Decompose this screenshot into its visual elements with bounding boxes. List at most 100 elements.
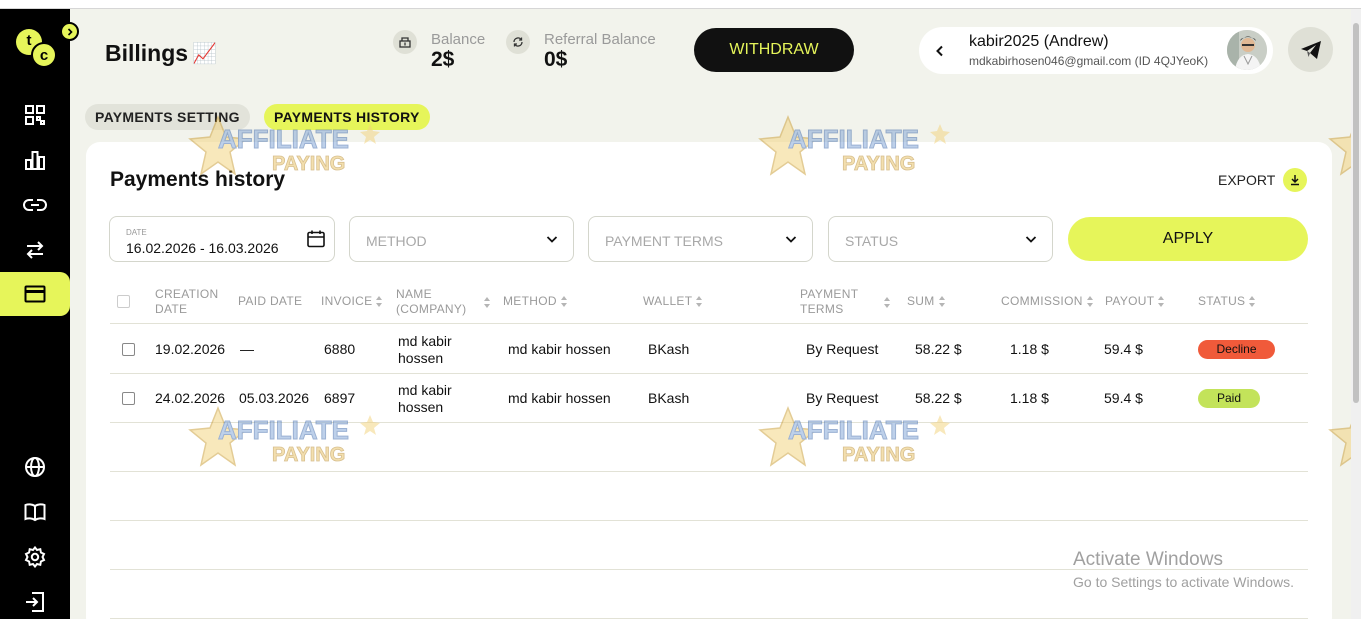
select-all-checkbox[interactable] — [117, 295, 130, 308]
sort-icon — [696, 296, 703, 307]
col-method[interactable]: METHOD — [503, 294, 568, 309]
avatar[interactable] — [1227, 30, 1267, 70]
col-paid-date[interactable]: PAID DATE — [238, 294, 302, 309]
col-commission[interactable]: COMMISSION — [1001, 294, 1094, 309]
user-card-back-button[interactable] — [927, 38, 953, 64]
col-terms-label-2: TERMS — [800, 302, 844, 316]
col-wallet[interactable]: WALLET — [643, 294, 703, 309]
sidebar-item-transfers[interactable] — [0, 228, 70, 272]
activate-windows-subtitle: Go to Settings to activate Windows. — [1073, 574, 1294, 590]
cell-sum: 58.22 $ — [915, 341, 962, 357]
grid-icon — [25, 105, 45, 125]
method-placeholder: METHOD — [366, 233, 427, 249]
date-range-field[interactable]: DATE 16.02.2026 - 16.03.2026 — [109, 216, 335, 262]
sidebar-item-docs[interactable] — [0, 490, 70, 534]
book-open-icon — [24, 503, 46, 522]
chevron-down-icon — [1025, 236, 1037, 243]
referral-balance-label: Referral Balance — [544, 31, 656, 48]
referral-balance-icon — [506, 30, 530, 54]
download-icon — [1283, 168, 1308, 192]
col-commission-label: COMMISSION — [1001, 294, 1083, 308]
refresh-icon — [513, 37, 523, 47]
wallet-icon — [399, 37, 411, 48]
method-select[interactable]: METHOD — [349, 216, 574, 262]
sort-icon — [376, 296, 383, 307]
date-field-label: DATE — [126, 228, 147, 237]
col-invoice[interactable]: INVOICE — [321, 294, 383, 309]
col-payment-terms[interactable]: PAYMENT TERMS — [800, 287, 891, 317]
chevron-down-icon — [785, 236, 797, 243]
gear-icon — [24, 546, 46, 568]
cell-payment-terms: By Request — [806, 390, 879, 406]
chevron-right-icon — [67, 27, 73, 36]
page-title-text: Billings — [105, 40, 189, 66]
cell-wallet: BKash — [648, 341, 690, 357]
table-row[interactable]: 24.02.2026 05.03.2026 6897 md kabir hosse… — [110, 374, 1308, 423]
row-checkbox[interactable] — [122, 343, 135, 356]
col-name-label-2: (COMPANY) — [396, 302, 467, 316]
chart-emoji-icon: 📈 — [192, 43, 217, 65]
user-card[interactable]: kabir2025 (Andrew) mdkabirhosen046@gmail… — [919, 27, 1273, 74]
sidebar-item-settings[interactable] — [0, 535, 70, 579]
payments-history-panel: Payments history EXPORT DATE 16.02.2026 … — [86, 142, 1332, 619]
table-header: CREATION DATE PAID DATE INVOICE NAME (COMP… — [110, 280, 1308, 324]
scrollbar-thumb[interactable] — [1353, 23, 1359, 403]
tab-payments-setting[interactable]: PAYMENTS SETTING — [85, 104, 250, 130]
col-status[interactable]: STATUS — [1198, 294, 1256, 309]
status-badge: Decline — [1198, 340, 1275, 359]
sort-icon — [1086, 296, 1094, 307]
withdraw-button[interactable]: WITHDRAW — [694, 28, 854, 72]
bar-chart-icon — [25, 151, 45, 170]
balance-icon — [393, 30, 417, 54]
activate-windows-title: Activate Windows — [1073, 549, 1223, 570]
balance-value: 2$ — [431, 48, 455, 71]
tab-payments-history[interactable]: PAYMENTS HISTORY — [264, 104, 430, 130]
cell-method: md kabir hossen — [508, 341, 611, 357]
col-creation-date[interactable]: CREATION DATE — [155, 287, 219, 317]
col-sum[interactable]: SUM — [907, 294, 946, 309]
sort-icon — [484, 296, 491, 308]
telegram-button[interactable] — [1288, 27, 1333, 72]
sidebar-item-links[interactable] — [0, 183, 70, 227]
cell-name: md kabir hossen — [398, 333, 452, 367]
page-scrollbar[interactable] — [1351, 9, 1361, 619]
col-name[interactable]: NAME (COMPANY) — [396, 287, 491, 317]
sort-icon — [1158, 296, 1165, 307]
sidebar-collapse-button[interactable] — [60, 22, 79, 41]
cell-paid-date: 05.03.2026 — [239, 390, 310, 406]
sidebar-item-language[interactable] — [0, 445, 70, 489]
export-label: EXPORT — [1218, 172, 1276, 188]
status-select[interactable]: STATUS — [828, 216, 1053, 262]
sidebar-item-dashboard[interactable] — [0, 93, 70, 137]
activate-windows-notice: Activate Windows Go to Settings to activ… — [1073, 549, 1294, 590]
cell-payment-terms: By Request — [806, 341, 879, 357]
user-email: mdkabirhosen046@gmail.com (ID 4QJYeoK) — [969, 54, 1209, 68]
sidebar-item-statistics[interactable] — [0, 138, 70, 182]
export-button[interactable]: EXPORT — [1218, 168, 1308, 192]
balance-label: Balance — [431, 31, 486, 48]
col-invoice-label: INVOICE — [321, 294, 373, 308]
col-paid-date-label: PAID DATE — [238, 294, 303, 308]
col-payout[interactable]: PAYOUT — [1105, 294, 1165, 309]
sort-icon — [1249, 296, 1256, 307]
chevron-down-icon — [546, 236, 558, 243]
sidebar-item-billings[interactable] — [0, 272, 70, 316]
empty-table-row — [110, 423, 1308, 472]
col-creation-date-label-2: DATE — [155, 302, 188, 316]
col-payout-label: PAYOUT — [1105, 294, 1155, 308]
col-status-label: STATUS — [1198, 294, 1246, 308]
calendar-icon — [307, 230, 325, 248]
cell-payout: 59.4 $ — [1104, 390, 1143, 406]
col-wallet-label: WALLET — [643, 294, 693, 308]
user-name: kabir2025 (Andrew) — [969, 33, 1109, 50]
sidebar-item-logout[interactable] — [0, 580, 70, 619]
empty-table-row — [110, 472, 1308, 521]
payment-terms-select[interactable]: PAYMENT TERMS — [588, 216, 813, 262]
page-title: Billings 📈 — [105, 40, 217, 67]
cell-name-line-2: hossen — [398, 399, 444, 415]
row-checkbox[interactable] — [122, 392, 135, 405]
cell-invoice: 6880 — [324, 341, 356, 357]
apply-button[interactable]: APPLY — [1068, 217, 1308, 261]
table-row[interactable]: 19.02.2026 — 6880 md kabir hossen md kabi… — [110, 325, 1308, 374]
status-placeholder: STATUS — [845, 233, 899, 249]
